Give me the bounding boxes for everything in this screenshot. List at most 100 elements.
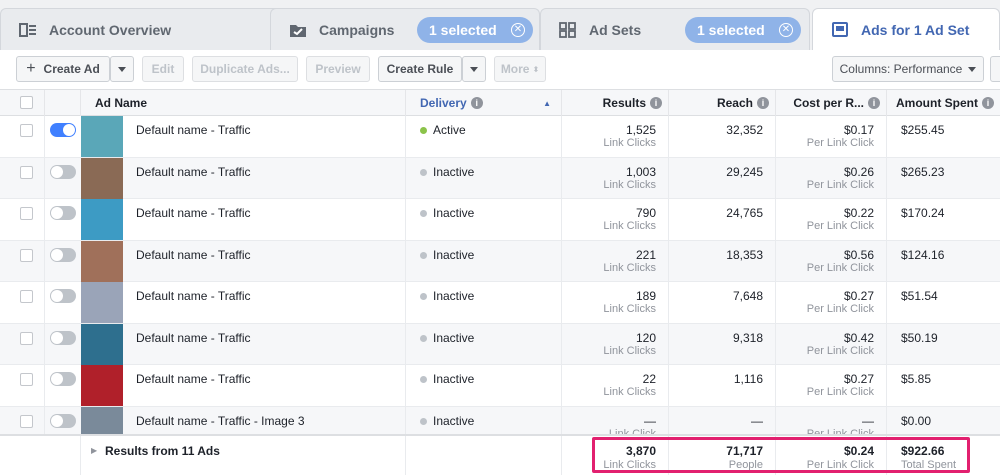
ad-name[interactable]: Default name - Traffic <box>136 289 251 303</box>
cost-value: — <box>862 413 874 428</box>
duplicate-label: Duplicate Ads... <box>200 62 290 76</box>
reach-header-label: Reach <box>716 96 753 110</box>
extra-toolbar-button[interactable] <box>990 56 1000 82</box>
delivery-status: Inactive <box>433 164 475 179</box>
toggle-cell <box>45 158 81 199</box>
ad-toggle-switch[interactable] <box>50 289 76 303</box>
results-type: Link Clicks <box>603 220 656 232</box>
tab-campaigns[interactable]: Campaigns 1 selected ✕ <box>270 8 540 50</box>
ad-name[interactable]: Default name - Traffic - Image 3 <box>136 414 305 428</box>
adsets-selected-pill[interactable]: 1 selected ✕ <box>685 17 801 43</box>
clear-selection-icon[interactable]: ✕ <box>779 23 793 37</box>
table-row[interactable]: Default name - Traffic Active 1,525 Link… <box>0 116 1000 158</box>
campaigns-selected-pill[interactable]: 1 selected ✕ <box>417 17 533 43</box>
info-icon[interactable]: i <box>650 97 662 109</box>
ad-name-header[interactable]: Ad Name <box>81 90 406 116</box>
reach-value: — <box>751 413 763 428</box>
ad-thumbnail[interactable] <box>81 323 123 365</box>
cost-type: Per Link Click <box>806 178 874 191</box>
ad-name-cell: Default name - Traffic <box>123 116 406 157</box>
checkbox-cell <box>0 240 45 281</box>
preview-button[interactable]: Preview <box>306 56 370 82</box>
ad-name[interactable]: Default name - Traffic <box>136 165 251 179</box>
row-checkbox[interactable] <box>20 414 33 428</box>
table-row[interactable]: Default name - Traffic Inactive 1,003 Li… <box>0 157 1000 199</box>
edit-button[interactable]: Edit <box>142 56 184 82</box>
table-row[interactable]: Default name - Traffic Inactive 22 Link … <box>0 365 1000 407</box>
info-icon[interactable]: i <box>868 97 880 109</box>
delivery-cell: Inactive <box>406 157 562 198</box>
ad-thumbnail[interactable] <box>81 116 123 157</box>
ad-thumbnail[interactable] <box>81 282 123 323</box>
ad-thumbnail[interactable] <box>81 365 123 406</box>
chevron-down-icon <box>118 66 126 72</box>
row-checkbox[interactable] <box>20 124 33 137</box>
checkbox-cell <box>0 282 45 323</box>
cost-per-result-header[interactable]: Cost per R... i <box>776 90 887 116</box>
info-icon[interactable]: i <box>757 97 769 109</box>
ad-toggle-switch[interactable] <box>50 372 76 386</box>
ad-thumbnail[interactable] <box>81 240 123 282</box>
row-checkbox[interactable] <box>20 373 33 386</box>
create-ad-button[interactable]: + Create Ad <box>16 56 110 82</box>
toggle-cell <box>45 324 81 365</box>
create-rule-dropdown[interactable] <box>462 56 486 82</box>
summary-label: Results from 11 Ads <box>105 444 220 458</box>
ad-thumbnail[interactable] <box>81 157 123 199</box>
table-header: Ad Name Delivery i ▲ Results i Reach i C… <box>0 90 1000 116</box>
delivery-status: Inactive <box>433 330 475 345</box>
checkbox-cell <box>0 365 45 406</box>
summary-delivery-cell <box>406 436 562 475</box>
tab-account-overview[interactable]: Account Overview <box>0 8 285 50</box>
row-checkbox[interactable] <box>20 165 33 179</box>
create-ad-dropdown[interactable] <box>110 56 134 82</box>
ad-toggle-switch[interactable] <box>50 247 76 262</box>
summary-label-cell[interactable]: ▶ Results from 11 Ads <box>81 436 406 475</box>
ad-name[interactable]: Default name - Traffic <box>136 248 251 262</box>
ad-name[interactable]: Default name - Traffic <box>136 206 251 220</box>
table-row[interactable]: Default name - Traffic Inactive 120 Link… <box>0 323 1000 365</box>
ad-toggle-switch[interactable] <box>50 330 76 345</box>
clear-selection-icon[interactable]: ✕ <box>511 23 525 37</box>
toolbar: + Create Ad Edit Duplicate Ads... Previe… <box>0 50 1000 90</box>
select-all-checkbox[interactable] <box>20 96 33 109</box>
row-checkbox[interactable] <box>20 248 33 262</box>
info-icon[interactable]: i <box>982 97 994 109</box>
row-checkbox[interactable] <box>20 290 33 303</box>
columns-button[interactable]: Columns: Performance <box>832 56 984 82</box>
results-header[interactable]: Results i <box>562 90 669 116</box>
tab-ad-sets[interactable]: Ad Sets 1 selected ✕ <box>540 8 810 50</box>
folder-check-icon <box>289 22 307 38</box>
info-icon[interactable]: i <box>470 97 483 109</box>
ad-toggle-switch[interactable] <box>50 164 76 179</box>
row-checkbox[interactable] <box>20 331 33 345</box>
duplicate-ads-button[interactable]: Duplicate Ads... <box>192 56 298 82</box>
sort-ascending-icon[interactable]: ▲ <box>543 99 551 108</box>
ad-name[interactable]: Default name - Traffic <box>136 123 251 137</box>
row-checkbox[interactable] <box>20 207 33 220</box>
amount-spent-header[interactable]: Amount Spent i <box>887 90 1000 116</box>
account-overview-icon <box>19 22 37 38</box>
ad-name[interactable]: Default name - Traffic <box>136 331 251 345</box>
cost-type: Per Link Click <box>806 386 874 398</box>
tab-ads[interactable]: Ads for 1 Ad Set <box>812 8 1000 51</box>
delivery-header[interactable]: Delivery i ▲ <box>406 90 562 116</box>
create-rule-label: Create Rule <box>386 62 454 76</box>
cost-value: $0.42 <box>843 330 874 345</box>
results-cell: 221 Link Clicks <box>562 240 669 281</box>
more-button[interactable]: More ⬍ <box>494 56 546 82</box>
ad-toggle-switch[interactable] <box>50 123 76 137</box>
ad-toggle-switch[interactable] <box>50 206 76 220</box>
amount-cell: $124.16 <box>887 241 1000 282</box>
expand-arrow-icon[interactable]: ▶ <box>91 446 97 455</box>
reach-header[interactable]: Reach i <box>669 90 776 116</box>
table-row[interactable]: Default name - Traffic Inactive 790 Link… <box>0 199 1000 241</box>
ad-thumbnail[interactable] <box>81 199 123 240</box>
create-rule-button[interactable]: Create Rule <box>378 56 462 82</box>
reach-cell: 1,116 <box>669 365 776 406</box>
ad-toggle-switch[interactable] <box>50 413 76 428</box>
status-dot <box>420 251 427 259</box>
ad-name[interactable]: Default name - Traffic <box>136 372 251 386</box>
table-row[interactable]: Default name - Traffic Inactive 189 Link… <box>0 282 1000 324</box>
table-row[interactable]: Default name - Traffic Inactive 221 Link… <box>0 240 1000 282</box>
